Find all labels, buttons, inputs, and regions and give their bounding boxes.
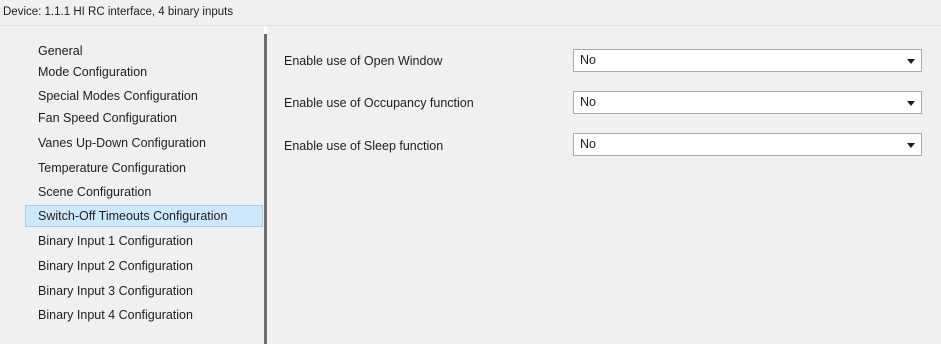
chevron-down-icon xyxy=(907,143,915,148)
occupancy-function-value: No xyxy=(580,95,596,109)
open-window-value: No xyxy=(580,53,596,67)
chevron-down-icon xyxy=(907,101,915,106)
sidebar-item-binary-input-4-configuration[interactable]: Binary Input 4 Configuration xyxy=(25,304,263,326)
occupancy-function-dropdown[interactable]: No xyxy=(573,91,922,114)
sidebar-item-scene-configuration[interactable]: Scene Configuration xyxy=(25,181,263,203)
sleep-function-value: No xyxy=(580,137,596,151)
sidebar-item-vanes-up-down-configuration[interactable]: Vanes Up-Down Configuration xyxy=(25,132,263,154)
occupancy-function-label: Enable use of Occupancy function xyxy=(284,96,474,110)
sidebar-item-switch-off-timeouts-configuration[interactable]: Switch-Off Timeouts Configuration xyxy=(25,205,263,227)
sleep-function-dropdown[interactable]: No xyxy=(573,133,922,156)
sidebar-item-binary-input-1-configuration[interactable]: Binary Input 1 Configuration xyxy=(25,230,263,252)
sidebar-item-binary-input-3-configuration[interactable]: Binary Input 3 Configuration xyxy=(25,280,263,302)
window-titlebar: Device: 1.1.1 HI RC interface, 4 binary … xyxy=(0,0,941,26)
sidebar-item-special-modes-configuration[interactable]: Special Modes Configuration xyxy=(25,85,263,107)
sidebar-item-temperature-configuration[interactable]: Temperature Configuration xyxy=(25,157,263,179)
chevron-down-icon xyxy=(907,59,915,64)
open-window-label: Enable use of Open Window xyxy=(284,54,443,68)
sidebar-item-binary-input-2-configuration[interactable]: Binary Input 2 Configuration xyxy=(25,255,263,277)
window-title: Device: 1.1.1 HI RC interface, 4 binary … xyxy=(3,6,234,18)
sidebar: General Mode Configuration Special Modes… xyxy=(0,26,264,344)
settings-panel xyxy=(267,26,941,344)
sleep-function-label: Enable use of Sleep function xyxy=(284,139,444,153)
sidebar-item-mode-configuration[interactable]: Mode Configuration xyxy=(25,61,263,83)
sidebar-item-general[interactable]: General xyxy=(25,40,263,62)
sidebar-item-fan-speed-configuration[interactable]: Fan Speed Configuration xyxy=(25,107,263,129)
open-window-dropdown[interactable]: No xyxy=(573,49,922,72)
